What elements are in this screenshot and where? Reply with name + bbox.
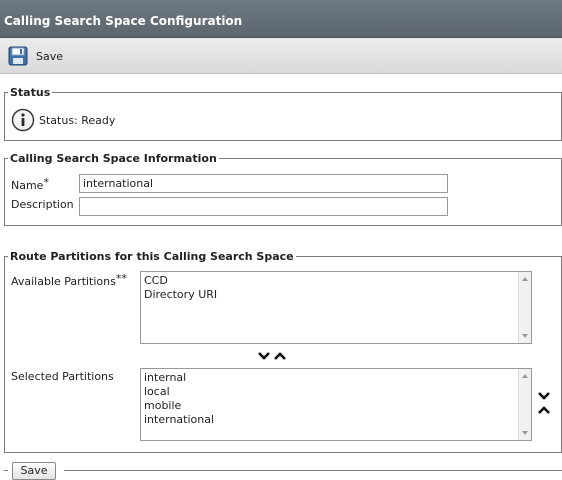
title-bar: Calling Search Space Configuration xyxy=(0,0,562,38)
available-partitions-label-text: Available Partitions xyxy=(11,275,116,288)
floppy-disk-icon xyxy=(8,46,28,66)
selected-scrollbar[interactable] xyxy=(518,369,531,440)
info-legend: Calling Search Space Information xyxy=(8,152,219,165)
name-required-mark: * xyxy=(43,176,49,189)
available-required-mark: ** xyxy=(115,272,127,285)
move-up-chevron-icon[interactable] xyxy=(273,350,287,362)
bottom-divider-right xyxy=(64,470,562,471)
scroll-down-arrow-icon[interactable] xyxy=(522,334,528,338)
scroll-up-arrow-icon[interactable] xyxy=(522,374,528,378)
list-item[interactable]: CCD xyxy=(142,274,517,288)
bottom-save-button[interactable]: Save xyxy=(12,462,56,480)
reorder-down-chevron-icon[interactable] xyxy=(537,390,551,402)
toolbar: Save xyxy=(0,38,562,74)
page-title: Calling Search Space Configuration xyxy=(4,14,243,28)
bottom-divider-left xyxy=(4,470,8,471)
reorder-up-chevron-icon[interactable] xyxy=(537,404,551,416)
info-icon xyxy=(11,108,35,132)
available-partitions-listbox[interactable]: CCD Directory URI xyxy=(140,271,532,344)
available-partitions-label: Available Partitions** xyxy=(11,272,127,288)
status-legend: Status xyxy=(8,86,53,99)
list-item[interactable]: local xyxy=(142,385,517,399)
list-item[interactable]: internal xyxy=(142,371,517,385)
scroll-up-arrow-icon[interactable] xyxy=(522,277,528,281)
description-input[interactable] xyxy=(79,197,448,216)
available-partitions-items: CCD Directory URI xyxy=(142,274,517,302)
partitions-legend: Route Partitions for this Calling Search… xyxy=(8,250,296,263)
description-label: Description xyxy=(11,198,74,211)
selected-partitions-items: internal local mobile international xyxy=(142,371,517,427)
status-text: Status: Ready xyxy=(39,114,116,127)
list-item[interactable]: Directory URI xyxy=(142,288,517,302)
list-item[interactable]: mobile xyxy=(142,399,517,413)
name-input[interactable]: international xyxy=(79,174,448,193)
name-label: Name* xyxy=(11,176,49,192)
selected-partitions-label: Selected Partitions xyxy=(11,370,114,383)
list-item[interactable]: international xyxy=(142,413,517,427)
name-label-text: Name xyxy=(11,179,44,192)
move-down-chevron-icon[interactable] xyxy=(257,350,271,362)
selected-partitions-listbox[interactable]: internal local mobile international xyxy=(140,368,532,441)
scroll-down-arrow-icon[interactable] xyxy=(522,431,528,435)
toolbar-save-button[interactable]: Save xyxy=(8,45,63,67)
available-scrollbar[interactable] xyxy=(518,272,531,343)
toolbar-save-label: Save xyxy=(36,49,64,63)
